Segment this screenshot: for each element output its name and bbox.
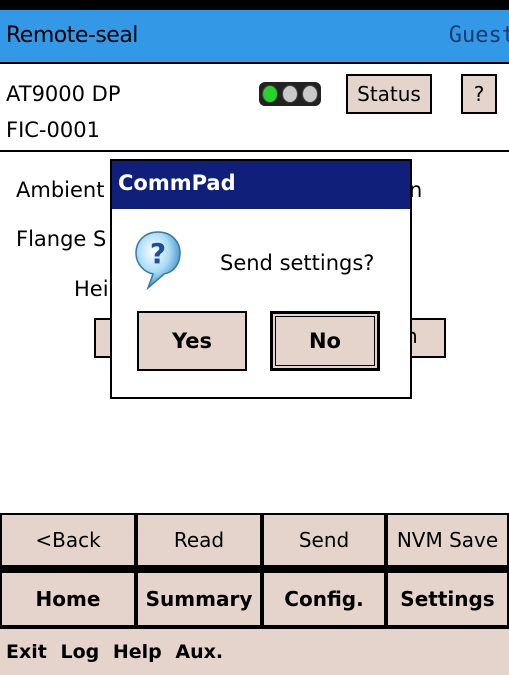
help-button[interactable]: ? xyxy=(461,74,497,114)
device-tag: FIC-0001 xyxy=(6,118,100,142)
back-button[interactable]: <Back xyxy=(0,513,136,567)
menu-log[interactable]: Log xyxy=(60,641,99,663)
nav-row: <Back Read Send NVM Save xyxy=(0,513,509,567)
screen: Remote-seal Guest AT9000 DP FIC-0001 Sta… xyxy=(0,0,509,675)
menu-aux[interactable]: Aux. xyxy=(175,641,223,663)
dialog-title: CommPad xyxy=(118,171,236,195)
footer-menu: Exit Log Help Aux. xyxy=(0,627,509,675)
confirm-dialog: CommPad ? Send settings? Yes No xyxy=(110,159,412,399)
question-icon: ? xyxy=(135,231,181,290)
yes-button[interactable]: Yes xyxy=(137,311,247,371)
no-button[interactable]: No xyxy=(270,311,380,371)
footer-menu-items: Exit Log Help Aux. xyxy=(6,641,230,663)
config-button[interactable]: Config. xyxy=(262,571,386,627)
menu-row: Home Summary Config. Settings xyxy=(0,567,509,627)
dialog-message: Send settings? xyxy=(220,251,375,275)
app-title: Remote-seal xyxy=(6,23,138,48)
device-header: AT9000 DP FIC-0001 Status ? xyxy=(0,64,509,152)
send-button[interactable]: Send xyxy=(262,513,386,567)
menu-help[interactable]: Help xyxy=(113,641,162,663)
svg-text:?: ? xyxy=(150,237,166,270)
light-2 xyxy=(282,85,298,103)
home-button[interactable]: Home xyxy=(0,571,136,627)
menu-exit[interactable]: Exit xyxy=(6,641,47,663)
traffic-light-icon xyxy=(259,82,321,106)
light-3 xyxy=(302,85,318,103)
param-ambient-label: Ambient xyxy=(16,178,105,202)
user-label: Guest xyxy=(448,23,509,48)
device-model: AT9000 DP xyxy=(6,82,121,106)
light-1 xyxy=(262,85,278,103)
status-button[interactable]: Status xyxy=(346,74,432,114)
param-height-label: Hei xyxy=(74,277,109,301)
nvm-save-button[interactable]: NVM Save xyxy=(386,513,509,567)
summary-button[interactable]: Summary xyxy=(136,571,262,627)
settings-button[interactable]: Settings xyxy=(386,571,509,627)
title-bar: Remote-seal Guest xyxy=(0,10,509,64)
dialog-titlebar: CommPad xyxy=(112,161,410,209)
param-flange-label: Flange S xyxy=(16,227,107,251)
read-button[interactable]: Read xyxy=(136,513,262,567)
